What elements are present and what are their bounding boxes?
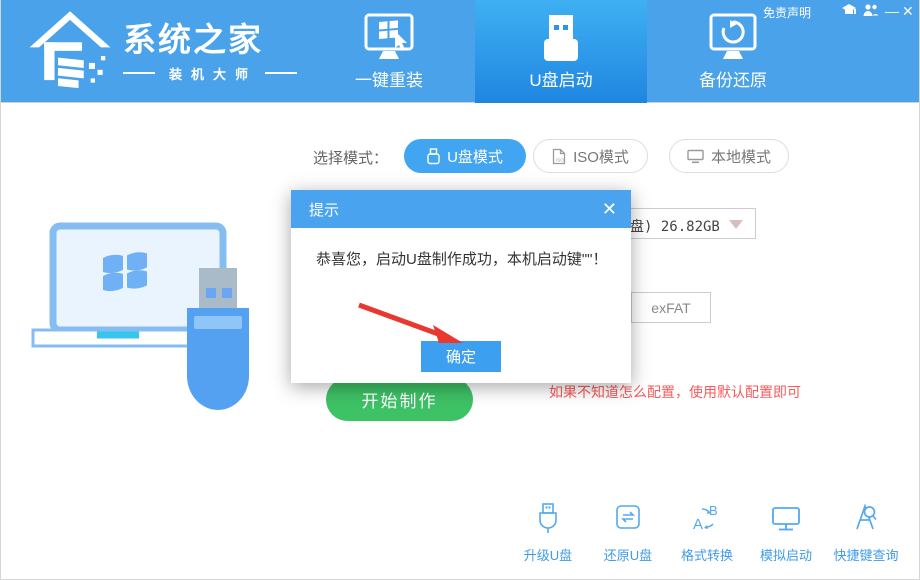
tagline-dash-left xyxy=(123,72,155,74)
tab-usb-boot[interactable]: U盘启动 xyxy=(475,0,647,103)
svg-text:A: A xyxy=(693,516,703,533)
close-button[interactable]: ✕ xyxy=(902,3,914,19)
local-mode-icon xyxy=(687,149,704,164)
mode-iso-button[interactable]: ISO ISO模式 xyxy=(533,139,648,173)
mode-label: 本地模式 xyxy=(711,146,771,167)
restore-usb-icon xyxy=(613,502,643,534)
tool-simulate-boot[interactable]: 模拟启动 xyxy=(746,502,826,564)
tool-label: 格式转换 xyxy=(667,545,747,564)
app-window: 系统之家 装机大师 xyxy=(0,0,920,580)
tool-hotkey-query[interactable]: 快捷键查询 xyxy=(826,502,906,564)
default-config-hint: 如果不知道怎么配置，使用默认配置即可 xyxy=(549,382,801,402)
svg-text:B: B xyxy=(709,503,718,518)
svg-text:ISO: ISO xyxy=(556,157,564,162)
format-convert-icon: A B xyxy=(692,502,722,534)
mode-local-button[interactable]: 本地模式 xyxy=(669,139,789,173)
usb-mode-icon xyxy=(427,148,440,165)
brand-logo: 系统之家 装机大师 xyxy=(27,6,297,88)
user-group-icon[interactable] xyxy=(863,3,879,21)
tool-label: 升级U盘 xyxy=(508,545,588,564)
disclaimer-link[interactable]: 免责声明 xyxy=(763,4,811,21)
tab-one-key-reinstall[interactable]: 一键重装 xyxy=(303,0,475,103)
tool-restore-usb[interactable]: 还原U盘 xyxy=(588,502,668,564)
tip-dialog: 提示 ✕ 恭喜您，启动U盘制作成功，本机启动键""！ 确定 xyxy=(291,190,631,383)
tab-label: 一键重装 xyxy=(303,66,475,91)
brand-text: 系统之家 装机大师 xyxy=(123,12,297,83)
dialog-title: 提示 xyxy=(309,199,339,220)
brand-name: 系统之家 xyxy=(123,20,297,60)
tab-label: U盘启动 xyxy=(475,66,647,91)
tagline-dash-right xyxy=(265,72,297,74)
mode-usb-button[interactable]: U盘模式 xyxy=(404,139,526,173)
dialog-close-icon[interactable]: ✕ xyxy=(602,200,617,218)
tab-label: 备份还原 xyxy=(647,66,819,91)
header: 系统之家 装机大师 xyxy=(1,0,920,103)
upgrade-usb-icon xyxy=(533,502,563,534)
laptop-usb-illustration xyxy=(31,208,261,420)
reinstall-monitor-icon xyxy=(303,12,475,64)
mode-label: U盘模式 xyxy=(447,146,503,167)
dialog-ok-button[interactable]: 确定 xyxy=(421,341,501,372)
minimize-button[interactable]: — xyxy=(885,3,899,19)
usb-drive-icon xyxy=(475,12,647,64)
usb-drive-value: 盘) 26.82GB xyxy=(630,216,720,236)
format-exfat-option[interactable]: exFAT xyxy=(631,292,711,323)
mode-select-label: 选择模式： xyxy=(313,147,388,168)
mode-label: ISO模式 xyxy=(573,146,629,167)
iso-mode-icon: ISO xyxy=(552,148,566,165)
dialog-message: 恭喜您，启动U盘制作成功，本机启动键""！ xyxy=(316,248,607,269)
brand-tagline: 装机大师 xyxy=(169,64,257,83)
house-logo-icon xyxy=(27,6,113,88)
start-make-button[interactable]: 开始制作 xyxy=(326,378,473,421)
tool-label: 快捷键查询 xyxy=(826,545,906,564)
tool-upgrade-usb[interactable]: 升级U盘 xyxy=(508,502,588,564)
tool-label: 模拟启动 xyxy=(746,545,826,564)
dialog-title-bar: 提示 ✕ xyxy=(291,190,631,228)
dropdown-caret-icon xyxy=(729,220,743,229)
tool-format-convert[interactable]: A B 格式转换 xyxy=(667,502,747,564)
tool-label: 还原U盘 xyxy=(588,545,668,564)
hotkey-search-icon xyxy=(850,502,882,534)
simulate-boot-icon xyxy=(770,502,802,534)
service-cap-icon[interactable] xyxy=(841,3,857,21)
